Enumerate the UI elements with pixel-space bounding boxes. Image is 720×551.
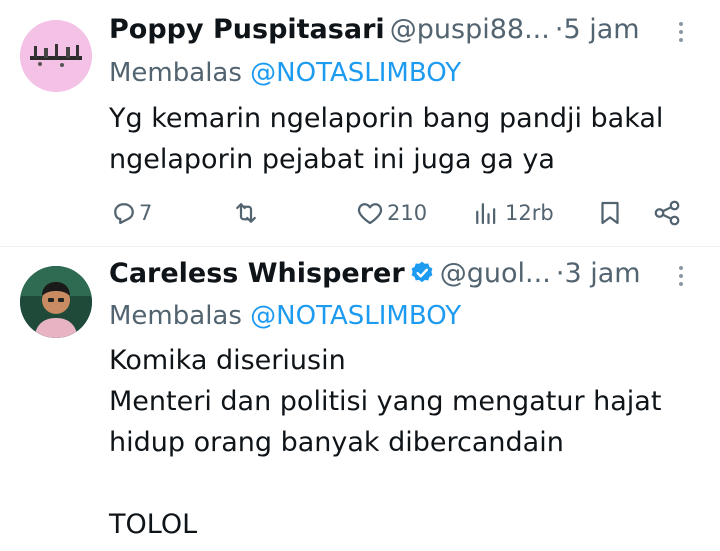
bookmark-button[interactable] bbox=[595, 193, 625, 233]
like-count: 210 bbox=[387, 201, 428, 225]
tweet-header: Careless Whisperer @guol... ·3 jam bbox=[109, 258, 710, 298]
verified-badge-icon bbox=[411, 261, 433, 283]
bookmark-icon bbox=[601, 201, 619, 225]
user-handle[interactable]: @guol... bbox=[440, 258, 551, 289]
separator: · bbox=[555, 258, 565, 289]
user-handle[interactable]: @puspi88... bbox=[390, 14, 550, 45]
like-icon bbox=[357, 203, 383, 225]
views-icon bbox=[476, 203, 496, 225]
share-icon bbox=[654, 200, 680, 226]
avatar[interactable] bbox=[20, 20, 92, 92]
replying-to: Membalas @NOTASLIMBOY bbox=[109, 301, 461, 331]
views-button[interactable]: 12rb bbox=[471, 193, 554, 233]
reply-count: 7 bbox=[139, 201, 153, 225]
tweet-header: Poppy Puspitasari @puspi88... ·5 jam bbox=[109, 14, 710, 54]
share-button[interactable] bbox=[652, 193, 682, 233]
reply-prefix: Membalas bbox=[109, 301, 242, 331]
avatar[interactable] bbox=[20, 266, 92, 338]
display-name[interactable]: Poppy Puspitasari bbox=[109, 14, 385, 45]
more-icon[interactable] bbox=[678, 22, 684, 46]
views-count: 12rb bbox=[505, 201, 554, 225]
tweet-careless-whisperer[interactable]: Careless Whisperer @guol... ·3 jam Memba… bbox=[0, 248, 720, 551]
tweet-poppy[interactable]: Poppy Puspitasari @puspi88... ·5 jam Mem… bbox=[0, 0, 720, 247]
tweet-text: Komika diseriusin Menteri dan politisi y… bbox=[109, 345, 662, 540]
display-name[interactable]: Careless Whisperer bbox=[109, 258, 405, 289]
reply-icon bbox=[114, 203, 134, 225]
repost-icon bbox=[236, 203, 256, 223]
reply-mention-link[interactable]: @NOTASLIMBOY bbox=[250, 58, 461, 88]
tweet-text: Yg kemarin ngelaporin bang pandji bakal … bbox=[109, 103, 664, 175]
timestamp[interactable]: 5 jam bbox=[564, 14, 640, 45]
timestamp[interactable]: 3 jam bbox=[565, 258, 641, 289]
like-button[interactable]: 210 bbox=[355, 193, 427, 233]
reply-button[interactable]: 7 bbox=[109, 193, 152, 233]
separator: · bbox=[554, 14, 564, 45]
more-icon[interactable] bbox=[678, 266, 684, 290]
reply-prefix: Membalas bbox=[109, 58, 242, 88]
reply-mention-link[interactable]: @NOTASLIMBOY bbox=[250, 301, 461, 331]
replying-to: Membalas @NOTASLIMBOY bbox=[109, 58, 461, 88]
divider bbox=[0, 246, 720, 247]
repost-button[interactable] bbox=[231, 193, 261, 233]
action-bar: 7 210 12rb bbox=[109, 193, 694, 233]
